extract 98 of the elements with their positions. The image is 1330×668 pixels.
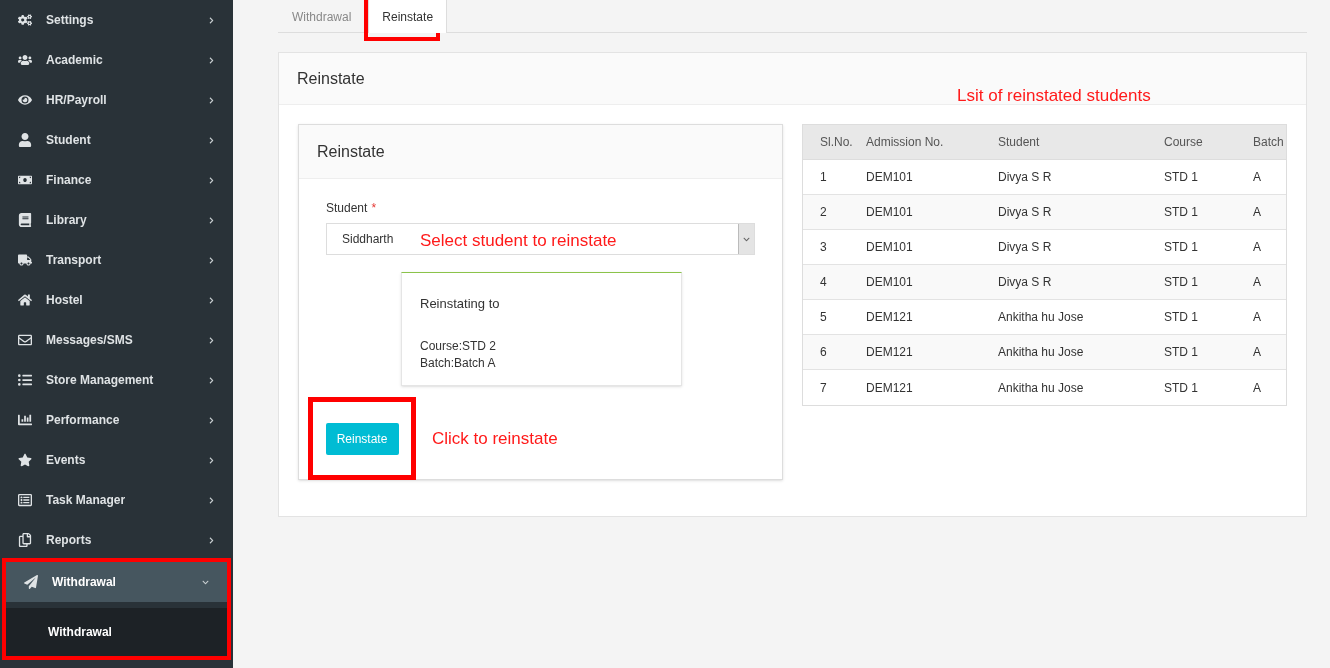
table-cell-text: A — [1252, 309, 1262, 326]
table-cell-text: Ankitha hu Jose — [997, 379, 1085, 397]
table-cell-text: DEM121 — [865, 309, 914, 326]
sidebar-item[interactable]: Student — [0, 120, 233, 160]
eye-icon — [18, 93, 32, 107]
star-icon — [18, 453, 32, 467]
column-header: Course — [1163, 134, 1204, 151]
gears-icon — [18, 13, 32, 27]
table-cell-text: 2 — [819, 204, 828, 221]
table-cell-text: DEM101 — [865, 274, 914, 291]
sidebar-item[interactable]: Library — [0, 200, 233, 240]
sidebar-item[interactable]: Settings — [0, 0, 233, 40]
column-header: Batch — [1252, 134, 1285, 151]
table-cell-text: 3 — [819, 239, 828, 256]
table-cell-text: A — [1252, 344, 1262, 361]
list-icon — [18, 373, 32, 387]
tab[interactable]: Reinstate — [368, 0, 448, 33]
table-cell-text: Divya S R — [997, 204, 1053, 221]
sidebar-item[interactable]: Task Manager — [0, 480, 233, 520]
sidebar-item[interactable]: Performance — [0, 400, 233, 440]
sidebar-item[interactable]: Withdrawal — [6, 562, 227, 602]
sidebar-item[interactable]: Reports — [0, 520, 233, 560]
sidebar-item[interactable]: HR/Payroll — [0, 80, 233, 120]
student-select[interactable]: Siddharth Select student to reinstate — [326, 223, 755, 255]
table-cell-text: DEM101 — [865, 204, 914, 221]
table-cell-text: 6 — [819, 344, 828, 361]
chevron-right-icon — [208, 56, 215, 64]
document-icon — [18, 493, 32, 507]
info-heading: Reinstating to — [420, 295, 501, 313]
sidebar-item[interactable]: Academic — [0, 40, 233, 80]
chevron-right-icon — [208, 16, 215, 24]
chevron-right-icon — [208, 536, 215, 544]
required-mark: * — [371, 200, 377, 217]
info-line: Course:STD 2 — [420, 337, 498, 355]
table-cell-text: DEM121 — [865, 379, 914, 397]
table-cell-text: Divya S R — [997, 169, 1053, 186]
panel-title: Reinstate — [297, 68, 365, 89]
chevron-down-icon — [743, 235, 750, 243]
table-cell-text: STD 1 — [1163, 169, 1199, 186]
table-cell-text: Divya S R — [997, 274, 1053, 291]
chevron-right-icon — [208, 416, 215, 424]
book-icon — [18, 213, 32, 227]
table-cell-text: STD 1 — [1163, 239, 1199, 256]
table-cell-text: DEM101 — [865, 239, 914, 256]
chevron-right-icon — [208, 96, 215, 104]
chevron-right-icon — [208, 216, 215, 224]
chevron-right-icon — [208, 256, 215, 264]
users-icon — [18, 53, 32, 67]
house-icon — [18, 293, 32, 307]
chevron-down-icon — [202, 578, 209, 586]
table-cell-text: 1 — [819, 169, 828, 186]
chevron-right-icon — [208, 176, 215, 184]
field-label: Student — [326, 200, 368, 217]
table-cell-text: DEM101 — [865, 169, 914, 186]
chevron-right-icon — [208, 456, 215, 464]
table-cell-text: 7 — [819, 379, 828, 397]
annotation-text: Lsit of reinstated students — [957, 85, 1151, 107]
chevron-right-icon — [208, 496, 215, 504]
chevron-right-icon — [208, 136, 215, 144]
table-cell-text: STD 1 — [1163, 309, 1199, 326]
table-cell-text: STD 1 — [1163, 344, 1199, 361]
sidebar-item[interactable]: Store Management — [0, 360, 233, 400]
table-cell-text: STD 1 — [1163, 379, 1199, 397]
money-icon — [18, 173, 32, 187]
truck-icon — [18, 253, 32, 267]
table-cell-text: A — [1252, 274, 1262, 291]
table-cell-text: A — [1252, 379, 1262, 397]
annotation-text: Click to reinstate — [432, 427, 558, 450]
sidebar-item[interactable]: Hostel — [0, 280, 233, 320]
column-header: Student — [997, 134, 1041, 151]
paper-plane-icon — [24, 575, 38, 589]
sidebar-item[interactable]: Transport — [0, 240, 233, 280]
info-line: Batch:Batch A — [420, 354, 497, 372]
dropdown-button[interactable] — [738, 224, 754, 254]
chevron-right-icon — [208, 376, 215, 384]
table-cell-text: A — [1252, 239, 1262, 256]
table-cell-text: A — [1252, 204, 1262, 221]
table-cell-text: Ankitha hu Jose — [997, 309, 1085, 326]
chevron-right-icon — [208, 296, 215, 304]
table-cell-text: STD 1 — [1163, 274, 1199, 291]
sidebar-item[interactable]: Events — [0, 440, 233, 480]
sidebar-item[interactable]: Messages/SMS — [0, 320, 233, 360]
bar-chart-icon — [18, 413, 32, 427]
card-title: Reinstate — [317, 141, 385, 162]
table-cell-text: 5 — [819, 309, 828, 326]
table-cell-text: Divya S R — [997, 239, 1053, 256]
table-cell-text: STD 1 — [1163, 204, 1199, 221]
table-cell-text: A — [1252, 169, 1262, 186]
user-icon — [18, 133, 32, 147]
sidebar-item[interactable]: Finance — [0, 160, 233, 200]
table-cell-text: DEM121 — [865, 344, 914, 361]
annotation-text: Select student to reinstate — [420, 230, 617, 252]
copy-icon — [18, 533, 32, 547]
chevron-right-icon — [208, 336, 215, 344]
envelope-icon — [18, 333, 32, 347]
table-cell-text: Ankitha hu Jose — [997, 344, 1085, 361]
submenu-item[interactable]: Withdrawal — [6, 608, 227, 656]
table-cell-text: 4 — [819, 274, 828, 291]
